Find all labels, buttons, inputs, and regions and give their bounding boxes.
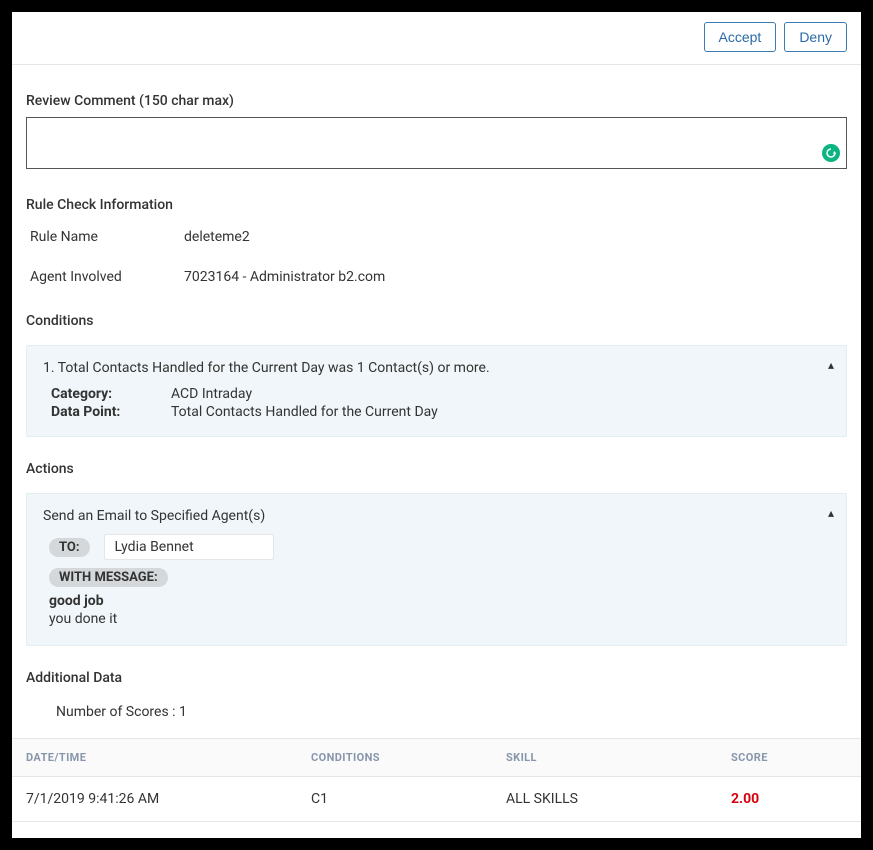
- condition-panel: ▴ 1. Total Contacts Handled for the Curr…: [26, 345, 847, 437]
- additional-data-heading: Additional Data: [26, 670, 847, 686]
- review-comment-label: Review Comment (150 char max): [26, 93, 847, 109]
- condition-datapoint-row: Data Point: Total Contacts Handled for t…: [43, 404, 830, 420]
- number-of-scores: Number of Scores : 1: [26, 704, 847, 720]
- agent-involved-row: Agent Involved 7023164 - Administrator b…: [26, 269, 847, 285]
- conditions-heading: Conditions: [26, 313, 847, 329]
- cell-score: 2.00: [717, 777, 861, 821]
- grammarly-icon[interactable]: [822, 144, 840, 162]
- message-subject: good job: [43, 593, 830, 609]
- cell-datetime: 7/1/2019 9:41:26 AM: [12, 777, 297, 821]
- deny-button[interactable]: Deny: [784, 22, 847, 52]
- score-value: 2.00: [731, 791, 759, 807]
- rule-name-label: Rule Name: [30, 229, 184, 245]
- review-comment-input[interactable]: [27, 118, 846, 168]
- col-score: SCORE: [717, 739, 861, 776]
- to-pill: TO:: [49, 538, 90, 557]
- review-comment-box: [26, 117, 847, 169]
- actions-heading: Actions: [26, 461, 847, 477]
- col-conditions: CONDITIONS: [297, 739, 492, 776]
- with-message-row: WITH MESSAGE:: [43, 568, 830, 587]
- condition-datapoint-label: Data Point:: [51, 404, 171, 420]
- scores-table: DATE/TIME CONDITIONS SKILL SCORE 7/1/201…: [12, 738, 861, 822]
- agent-involved-label: Agent Involved: [30, 269, 184, 285]
- header-bar: Accept Deny: [12, 12, 861, 65]
- with-message-pill: WITH MESSAGE:: [49, 568, 168, 587]
- action-title: Send an Email to Specified Agent(s): [43, 508, 830, 524]
- table-header: DATE/TIME CONDITIONS SKILL SCORE: [12, 738, 861, 777]
- collapse-icon[interactable]: ▴: [828, 506, 834, 520]
- collapse-icon[interactable]: ▴: [828, 358, 834, 372]
- action-to-row: TO: Lydia Bennet: [43, 534, 830, 560]
- message-body: you done it: [43, 611, 830, 627]
- condition-category-label: Category:: [51, 386, 171, 402]
- col-datetime: DATE/TIME: [12, 739, 297, 776]
- cell-skill: ALL SKILLS: [492, 777, 717, 821]
- rule-check-info: Rule Check Information Rule Name deletem…: [26, 197, 847, 285]
- dialog-window: Accept Deny Review Comment (150 char max…: [12, 12, 861, 838]
- rule-name-value: deleteme2: [184, 229, 250, 245]
- col-skill: SKILL: [492, 739, 717, 776]
- table-row: 7/1/2019 9:41:26 AM C1 ALL SKILLS 2.00: [12, 777, 861, 822]
- to-value: Lydia Bennet: [104, 534, 274, 560]
- accept-button[interactable]: Accept: [704, 22, 777, 52]
- condition-title: 1. Total Contacts Handled for the Curren…: [43, 360, 830, 376]
- rule-name-row: Rule Name deleteme2: [26, 229, 847, 245]
- cell-conditions: C1: [297, 777, 492, 821]
- condition-category-value: ACD Intraday: [171, 386, 252, 402]
- action-panel: ▴ Send an Email to Specified Agent(s) TO…: [26, 493, 847, 646]
- content-area: Review Comment (150 char max) Rule Check…: [12, 65, 861, 822]
- rule-check-heading: Rule Check Information: [26, 197, 847, 213]
- condition-datapoint-value: Total Contacts Handled for the Current D…: [171, 404, 438, 420]
- condition-category-row: Category: ACD Intraday: [43, 386, 830, 402]
- agent-involved-value: 7023164 - Administrator b2.com: [184, 269, 385, 285]
